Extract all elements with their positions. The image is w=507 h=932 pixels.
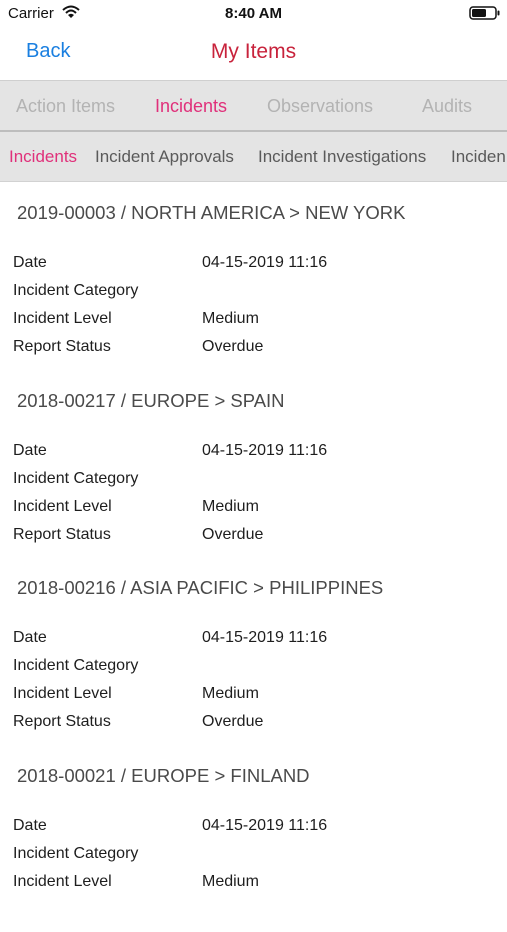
status-label: Report Status xyxy=(13,713,111,731)
status-label: Report Status xyxy=(13,526,111,544)
primary-tab-bar: Action Items Incidents Observations Audi… xyxy=(0,80,507,132)
incident-header: 2019-00003 / NORTH AMERICA > NEW YORK xyxy=(17,202,405,224)
category-label: Incident Category xyxy=(13,845,138,863)
status-bar: Carrier 8:40 AM xyxy=(0,0,507,28)
level-label: Incident Level xyxy=(13,685,112,703)
level-value: Medium xyxy=(202,498,259,516)
incident-list: 2019-00003 / NORTH AMERICA > NEW YORK Da… xyxy=(0,182,507,932)
incident-record[interactable]: 2018-00217 / EUROPE > SPAIN Date 04-15-2… xyxy=(0,370,507,558)
level-value: Medium xyxy=(202,685,259,703)
secondary-tab-bar[interactable]: Incidents Incident Approvals Incident In… xyxy=(0,132,507,182)
category-label: Incident Category xyxy=(13,282,138,300)
category-row: Incident Category xyxy=(13,470,493,498)
battery-icon xyxy=(469,6,501,20)
subtab-incident-investigations[interactable]: Incident Investigations xyxy=(258,147,426,167)
subtab-incident-approvals[interactable]: Incident Approvals xyxy=(95,147,234,167)
incident-record[interactable]: 2019-00003 / NORTH AMERICA > NEW YORK Da… xyxy=(0,182,507,370)
status-label: Report Status xyxy=(13,338,111,356)
date-value: 04-15-2019 11:16 xyxy=(202,442,327,460)
date-row: Date 04-15-2019 11:16 xyxy=(13,629,493,657)
date-label: Date xyxy=(13,442,47,460)
status-value: Overdue xyxy=(202,526,263,544)
tab-observations[interactable]: Observations xyxy=(267,96,373,117)
level-value: Medium xyxy=(202,873,259,891)
level-row: Incident Level Medium xyxy=(13,310,493,338)
incident-header: 2018-00021 / EUROPE > FINLAND xyxy=(17,765,310,787)
date-label: Date xyxy=(13,254,47,272)
level-label: Incident Level xyxy=(13,498,112,516)
category-row: Incident Category xyxy=(13,282,493,310)
date-label: Date xyxy=(13,629,47,647)
incident-record[interactable]: 2018-00021 / EUROPE > FINLAND Date 04-15… xyxy=(0,745,507,932)
category-label: Incident Category xyxy=(13,470,138,488)
date-value: 04-15-2019 11:16 xyxy=(202,254,327,272)
incident-header: 2018-00217 / EUROPE > SPAIN xyxy=(17,390,285,412)
date-row: Date 04-15-2019 11:16 xyxy=(13,442,493,470)
status-row: Report Status Overdue xyxy=(13,338,493,366)
level-row: Incident Level Medium xyxy=(13,873,493,901)
subtab-incidents[interactable]: Incidents xyxy=(9,147,77,167)
tab-action-items[interactable]: Action Items xyxy=(16,96,115,117)
tab-incidents[interactable]: Incidents xyxy=(155,96,227,117)
category-row: Incident Category xyxy=(13,845,493,873)
subtab-incident-more[interactable]: Inciden xyxy=(451,147,506,167)
tab-audits[interactable]: Audits xyxy=(422,96,472,117)
date-value: 04-15-2019 11:16 xyxy=(202,817,327,835)
date-label: Date xyxy=(13,817,47,835)
status-value: Overdue xyxy=(202,713,263,731)
status-row: Report Status Overdue xyxy=(13,526,493,554)
date-value: 04-15-2019 11:16 xyxy=(202,629,327,647)
status-time: 8:40 AM xyxy=(0,5,507,22)
level-row: Incident Level Medium xyxy=(13,498,493,526)
level-label: Incident Level xyxy=(13,310,112,328)
navigation-bar: Back My Items xyxy=(0,28,507,80)
date-row: Date 04-15-2019 11:16 xyxy=(13,817,493,845)
status-value: Overdue xyxy=(202,338,263,356)
incident-record[interactable]: 2018-00216 / ASIA PACIFIC > PHILIPPINES … xyxy=(0,557,507,745)
level-row: Incident Level Medium xyxy=(13,685,493,713)
page-title: My Items xyxy=(0,40,507,64)
date-row: Date 04-15-2019 11:16 xyxy=(13,254,493,282)
category-row: Incident Category xyxy=(13,657,493,685)
status-row: Report Status Overdue xyxy=(13,713,493,741)
incident-header: 2018-00216 / ASIA PACIFIC > PHILIPPINES xyxy=(17,577,383,599)
level-value: Medium xyxy=(202,310,259,328)
category-label: Incident Category xyxy=(13,657,138,675)
level-label: Incident Level xyxy=(13,873,112,891)
